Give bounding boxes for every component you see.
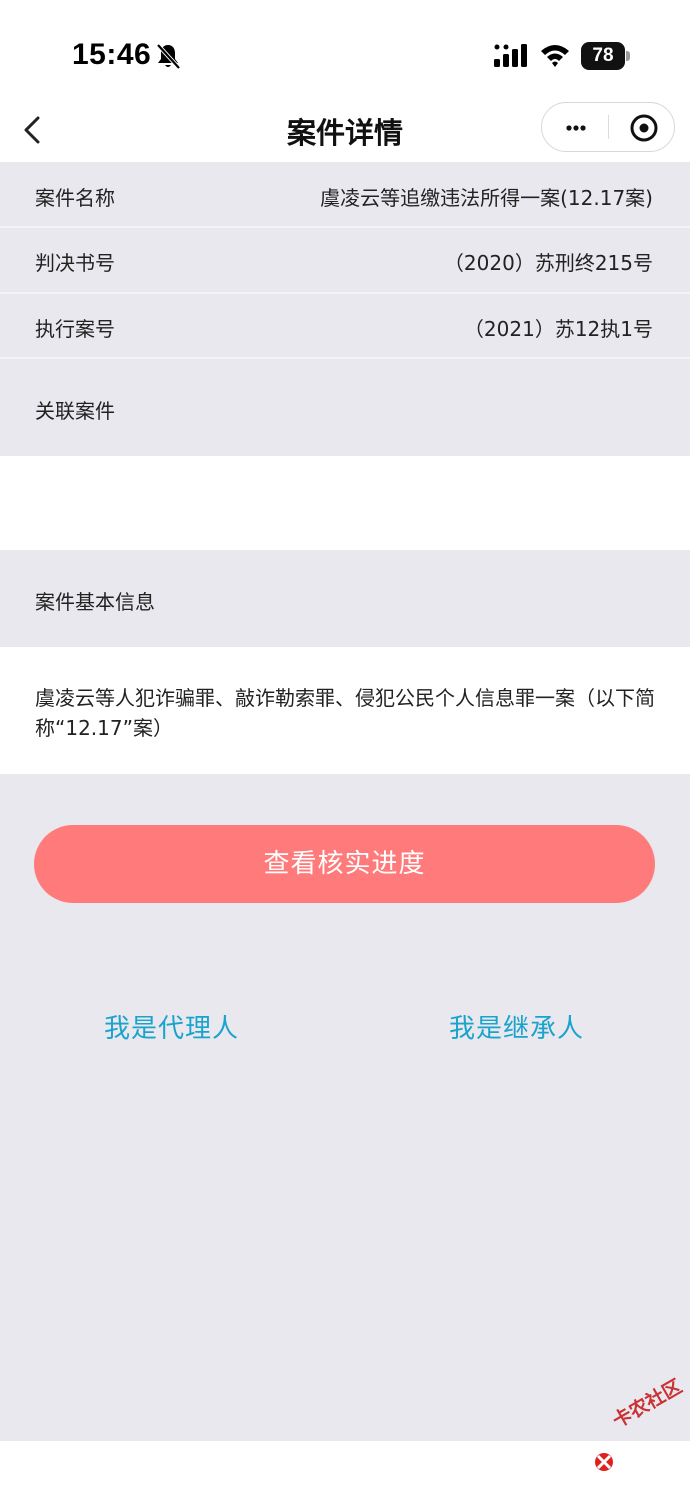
wifi-icon [541,45,569,67]
execution-label: 执行案号 [35,317,115,341]
status-bar: 15:46 78 [0,0,690,100]
related-cases-label: 关联案件 [35,399,115,423]
basic-info-description: 虞凌云等人犯诈骗罪、敲诈勒索罪、侵犯公民个人信息罪一案（以下简称“12.17”案… [35,686,655,740]
battery-level: 78 [592,45,614,66]
bottom-safe-area [0,1441,690,1500]
target-circle-icon[interactable] [609,103,675,151]
judgment-label: 判决书号 [35,251,115,275]
case-name-value: 虞凌云等追缴违法所得一案(12.17案) [320,186,653,210]
related-cases-content [0,456,690,550]
case-name-label: 案件名称 [35,186,115,210]
more-dots-icon[interactable] [542,103,608,151]
case-name-row: 案件名称 虞凌云等追缴违法所得一案(12.17案) [0,162,690,226]
check-progress-button[interactable]: 查看核实进度 [34,825,655,903]
signal-icon [494,44,527,67]
bell-slash-icon [156,43,181,70]
judgment-value: （2020）苏刑终215号 [443,251,653,275]
judgment-row: 判决书号 （2020）苏刑终215号 [0,228,690,292]
related-cases-row: 关联案件 [0,359,690,456]
battery-icon: 78 [581,42,631,70]
nav-bar: 案件详情 [0,100,690,162]
status-time: 15:46 [72,38,152,71]
agent-link[interactable]: 我是代理人 [104,1008,239,1045]
capsule-menu [541,102,675,152]
heir-link[interactable]: 我是继承人 [449,1008,584,1045]
basic-info-title: 案件基本信息 [35,590,155,614]
execution-row: 执行案号 （2021）苏12执1号 [0,294,690,357]
basic-info-header: 案件基本信息 [0,550,690,647]
execution-value: （2021）苏12执1号 [463,317,653,341]
